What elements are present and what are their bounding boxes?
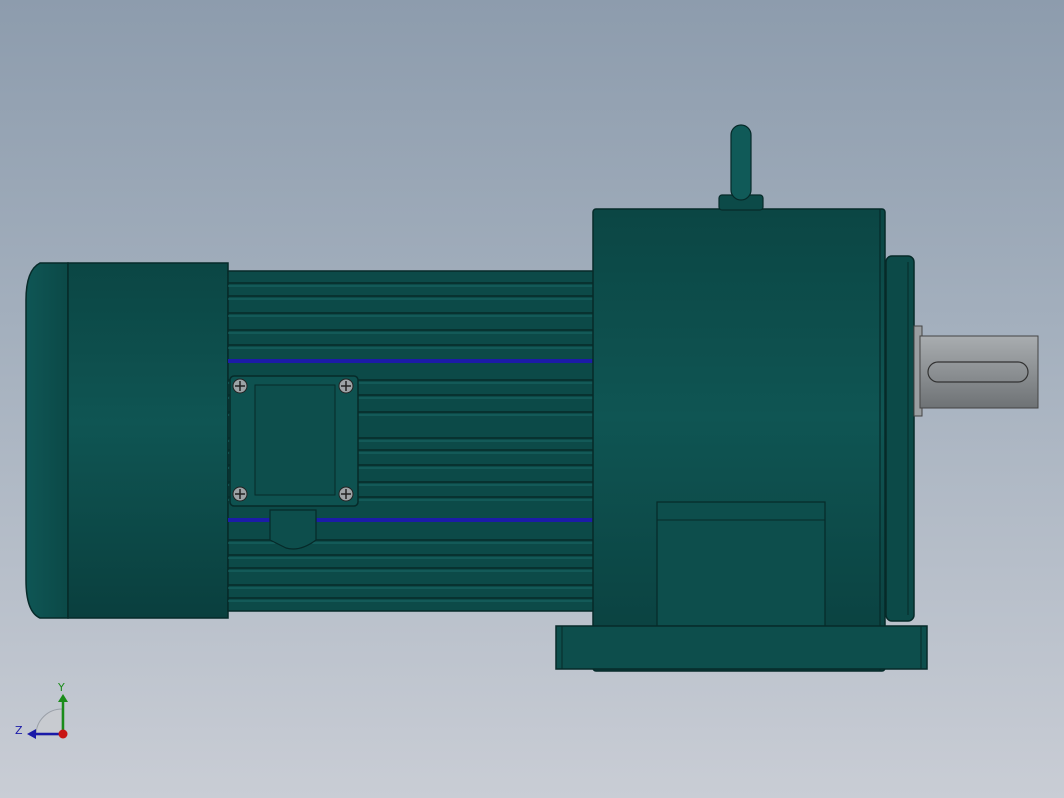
mounting-foot — [555, 625, 928, 670]
screw-icon — [232, 486, 248, 502]
z-axis-arrowhead — [27, 729, 36, 739]
lifting-eye-bolt — [718, 124, 764, 211]
output-shaft — [913, 325, 1039, 417]
coordinate-triad: Y Z — [15, 681, 68, 739]
blue-stripe — [228, 359, 594, 363]
gearbox-housing — [592, 208, 915, 672]
model-viewport[interactable]: Y Z — [0, 0, 1064, 798]
x-axis-origin — [58, 729, 68, 739]
z-axis-label: Z — [15, 724, 23, 737]
motor-end-cap — [25, 262, 229, 619]
screw-icon — [338, 378, 354, 394]
screw-icon — [232, 378, 248, 394]
y-axis-arrowhead — [58, 694, 68, 702]
screw-icon — [338, 486, 354, 502]
y-axis-label: Y — [57, 681, 65, 694]
